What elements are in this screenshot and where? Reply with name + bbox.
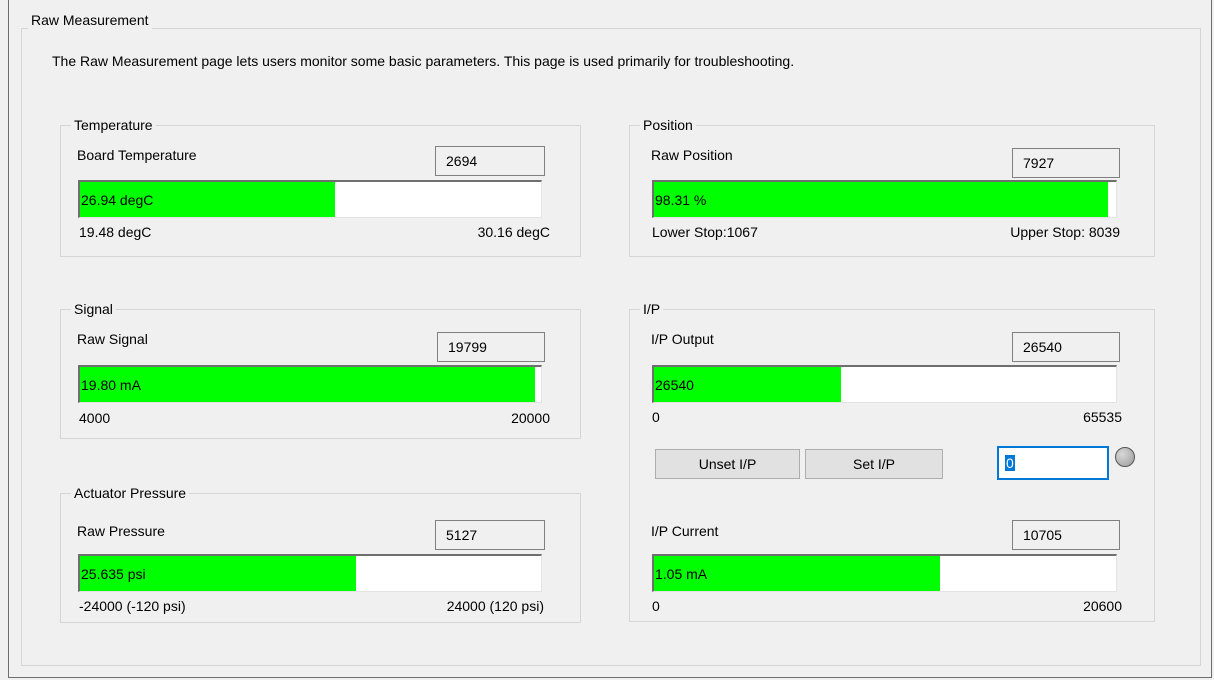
raw-signal-bar: 19.80 mA bbox=[78, 365, 542, 403]
raw-signal-bar-fill bbox=[80, 367, 535, 402]
ip-current-value: 10705 bbox=[1012, 520, 1120, 550]
signal-max-label: 20000 bbox=[511, 410, 550, 426]
ip-value-input-text: 0 bbox=[1005, 455, 1015, 471]
raw-position-value: 7927 bbox=[1012, 148, 1120, 178]
board-temperature-bar: 26.94 degC bbox=[78, 180, 542, 218]
position-upper-stop-label: Upper Stop: 8039 bbox=[1010, 224, 1120, 240]
ip-group-label: I/P bbox=[640, 300, 664, 318]
raw-measurement-panel: Raw Measurement The Raw Measurement page… bbox=[8, 0, 1212, 678]
signal-group-label: Signal bbox=[71, 300, 116, 318]
raw-position-bar-text: 98.31 % bbox=[655, 192, 707, 208]
ip-current-bar-text: 1.05 mA bbox=[655, 566, 708, 582]
pressure-max-label: 24000 (120 psi) bbox=[446, 598, 544, 614]
ip-current-label: I/P Current bbox=[651, 523, 719, 539]
raw-position-bar-fill bbox=[654, 182, 1109, 217]
ip-group: I/P I/P Output 26540 26540 0 65535 Unset… bbox=[629, 300, 1155, 622]
raw-pressure-label: Raw Pressure bbox=[77, 523, 165, 539]
position-group-label: Position bbox=[640, 116, 696, 134]
ip-current-max-label: 20600 bbox=[1083, 598, 1122, 614]
signal-min-label: 4000 bbox=[79, 410, 111, 426]
ip-value-input[interactable]: 0 bbox=[997, 446, 1109, 480]
raw-measurement-title: Raw Measurement bbox=[28, 11, 152, 29]
ip-output-bar-text: 26540 bbox=[655, 377, 694, 393]
unset-ip-button[interactable]: Unset I/P bbox=[655, 449, 800, 479]
set-ip-button[interactable]: Set I/P bbox=[805, 449, 943, 479]
raw-signal-label: Raw Signal bbox=[77, 331, 148, 347]
ip-output-min-label: 0 bbox=[652, 409, 660, 425]
position-group: Position Raw Position 7927 98.31 % Lower… bbox=[629, 116, 1155, 257]
pressure-min-label: -24000 (-120 psi) bbox=[79, 598, 186, 614]
ip-current-bar: 1.05 mA bbox=[652, 554, 1117, 592]
temperature-group-label: Temperature bbox=[71, 116, 156, 134]
ip-output-label: I/P Output bbox=[651, 331, 714, 347]
raw-signal-value: 19799 bbox=[437, 332, 545, 362]
temperature-max-label: 30.16 degC bbox=[477, 224, 550, 240]
signal-group: Signal Raw Signal 19799 19.80 mA 4000 20… bbox=[60, 300, 581, 439]
raw-position-bar: 98.31 % bbox=[652, 180, 1117, 218]
actuator-pressure-group-label: Actuator Pressure bbox=[71, 484, 190, 502]
raw-signal-bar-text: 19.80 mA bbox=[81, 377, 141, 393]
ip-current-min-label: 0 bbox=[652, 598, 660, 614]
ip-output-value: 26540 bbox=[1012, 332, 1120, 362]
board-temperature-value: 2694 bbox=[435, 146, 545, 176]
actuator-pressure-group: Actuator Pressure Raw Pressure 5127 25.6… bbox=[60, 484, 581, 623]
page-description: The Raw Measurement page lets users moni… bbox=[52, 53, 795, 69]
raw-position-label: Raw Position bbox=[651, 147, 733, 163]
temperature-group: Temperature Board Temperature 2694 26.94… bbox=[60, 116, 581, 257]
board-temperature-bar-text: 26.94 degC bbox=[81, 192, 154, 208]
status-indicator-light bbox=[1115, 447, 1135, 467]
raw-pressure-bar-text: 25.635 psi bbox=[81, 566, 146, 582]
position-lower-stop-label: Lower Stop:1067 bbox=[652, 224, 758, 240]
temperature-min-label: 19.48 degC bbox=[79, 224, 152, 240]
ip-output-bar: 26540 bbox=[652, 365, 1117, 403]
raw-pressure-bar: 25.635 psi bbox=[78, 554, 542, 592]
board-temperature-label: Board Temperature bbox=[77, 147, 197, 163]
raw-pressure-value: 5127 bbox=[435, 520, 545, 550]
ip-output-max-label: 65535 bbox=[1083, 409, 1122, 425]
